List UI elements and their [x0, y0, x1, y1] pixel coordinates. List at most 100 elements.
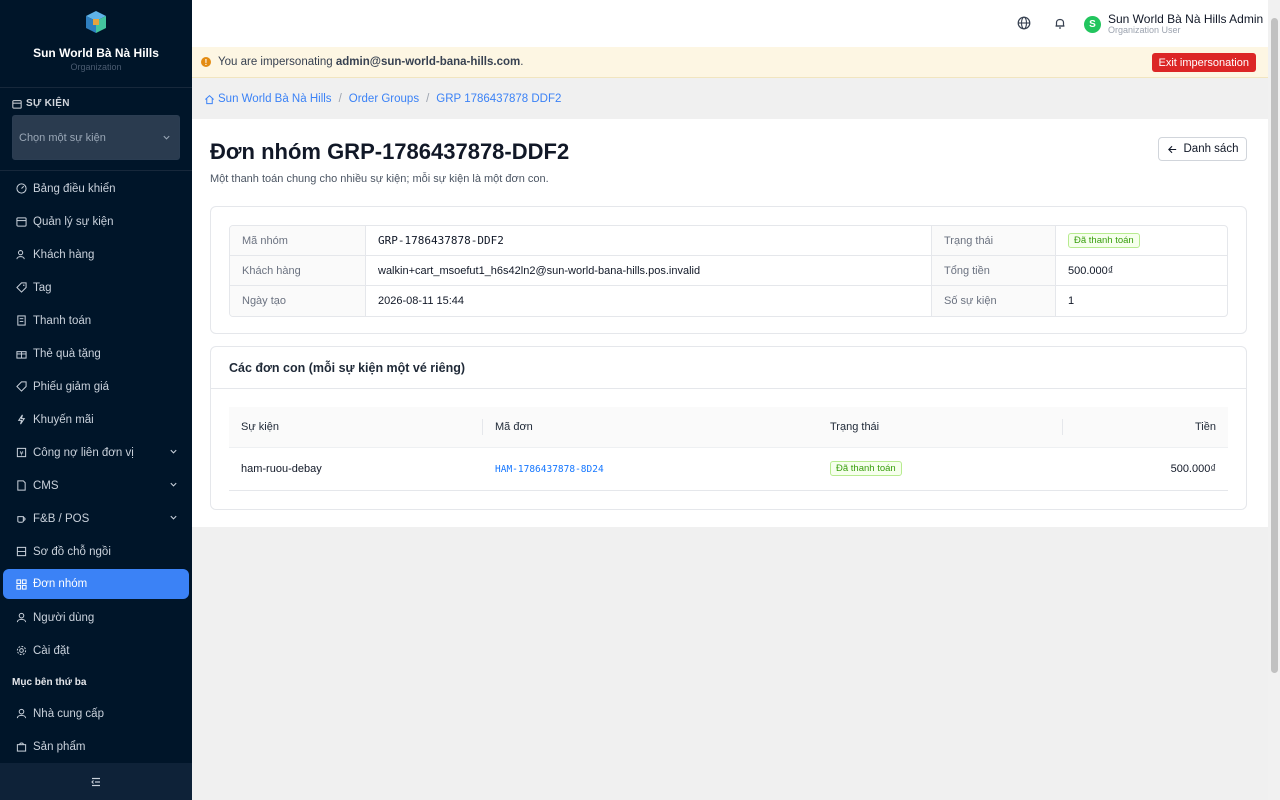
ledger-icon: ¥ [16, 447, 27, 458]
info-row: Khách hàng walkin+cart_msoefut1_h6s42ln2… [230, 256, 1227, 286]
sidebar-item-label: Người dùng [33, 611, 95, 624]
column-header-label: Tiền [1195, 420, 1216, 433]
breadcrumb-home[interactable]: Sun World Bà Nà Hills [218, 93, 332, 105]
breadcrumb-separator: / [338, 93, 342, 105]
event-selector-section: SỰ KIỆN Chọn một sự kiện [0, 88, 192, 171]
column-header-status: Trạng thái [818, 407, 1063, 448]
breadcrumb-current[interactable]: GRP 1786437878 DDF2 [436, 93, 561, 105]
sidebar-item-order-groups[interactable]: Đơn nhóm [3, 569, 189, 599]
tag-icon [16, 282, 27, 293]
child-orders-table: Sự kiện Mã đơn Trạng thái Tiền ham-ruou-… [229, 407, 1228, 491]
banner-suffix: . [520, 56, 524, 68]
child-orders-card: Các đơn con (mỗi sự kiện một vé riêng) S… [210, 346, 1247, 510]
sidebar: Sun World Bà Nà Hills Organization SỰ KI… [0, 0, 192, 800]
user-name[interactable]: Sun World Bà Nà Hills Admin [1108, 12, 1263, 26]
sidebar-item-seat-map[interactable]: Sơ đồ chỗ ngồi [0, 535, 192, 568]
event-select[interactable]: Chọn một sự kiện [12, 115, 180, 160]
exit-impersonation-button[interactable]: Exit impersonation [1151, 53, 1256, 72]
back-to-list-button[interactable]: Danh sách [1158, 137, 1247, 161]
sidebar-item-cms[interactable]: CMS [0, 469, 192, 502]
user-role: Organization User [1108, 25, 1181, 35]
sidebar-item-promotions[interactable]: Khuyến mãi [0, 403, 192, 436]
brand-logo-icon [86, 11, 106, 33]
svg-text:¥: ¥ [19, 449, 23, 457]
sidebar-item-label: Thẻ quà tặng [33, 347, 101, 360]
event-count-label: Số sự kiện [932, 286, 1056, 316]
home-icon [205, 94, 214, 104]
main-content: Đơn nhóm GRP-1786437878-DDF2 Một thanh t… [192, 119, 1268, 527]
sidebar-nav: Bảng điều khiển Quản lý sự kiện Khách hà… [0, 172, 192, 763]
sidebar-item-coupons[interactable]: Phiếu giảm giá [0, 370, 192, 403]
group-info-card: Mã nhóm GRP-1786437878-DDF2 Trạng thái Đ… [210, 206, 1247, 334]
page-subtitle: Một thanh toán chung cho nhiều sự kiện; … [210, 173, 549, 185]
sidebar-item-gift-cards[interactable]: Thẻ quà tặng [0, 337, 192, 370]
table-row: ham-ruou-debay HAM-1786437878-8D24 Đã th… [229, 447, 1228, 491]
page-title: Đơn nhóm GRP-1786437878-DDF2 [210, 139, 570, 164]
created-value: 2026-08-11 15:44 [366, 286, 932, 316]
warning-icon: ! [201, 57, 211, 67]
globe-icon[interactable] [1017, 16, 1031, 30]
chevron-down-icon [170, 515, 177, 520]
banner-prefix: You are impersonating [218, 56, 333, 68]
sidebar-item-label: Sản phẩm [33, 740, 86, 753]
brand: Sun World Bà Nà Hills Organization [0, 0, 192, 88]
sidebar-item-dashboard[interactable]: Bảng điều khiển [0, 172, 192, 205]
sidebar-item-settings[interactable]: Cài đặt [0, 634, 192, 667]
sidebar-item-label: Đơn nhóm [33, 578, 88, 590]
page-scrollbar[interactable] [1268, 0, 1280, 800]
gift-icon [16, 348, 27, 359]
avatar[interactable]: S [1084, 16, 1101, 33]
sidebar-item-label: F&B / POS [33, 512, 90, 525]
bag-icon [16, 741, 27, 752]
sidebar-item-label: Khách hàng [33, 248, 95, 261]
sidebar-item-payments[interactable]: Thanh toán [0, 304, 192, 337]
sidebar-item-label: CMS [33, 479, 59, 492]
sidebar-item-label: Cài đặt [33, 644, 70, 657]
sidebar-item-label: Quản lý sự kiện [33, 215, 114, 228]
sidebar-item-users[interactable]: Người dùng [0, 601, 192, 634]
sidebar-item-tag[interactable]: Tag [0, 271, 192, 304]
status-label: Trạng thái [932, 226, 1056, 256]
sidebar-item-fnb-pos[interactable]: F&B / POS [0, 502, 192, 535]
breadcrumb-separator: / [426, 93, 430, 105]
gear-icon [16, 645, 27, 656]
customer-label: Khách hàng [230, 256, 366, 286]
coffee-icon [16, 513, 27, 524]
impersonation-banner: ! You are impersonating admin@sun-world-… [192, 47, 1268, 78]
sidebar-item-products[interactable]: Sản phẩm [0, 730, 192, 763]
sidebar-item-label: Nhà cung cấp [33, 707, 104, 720]
scrollbar-thumb[interactable] [1271, 18, 1278, 673]
dashboard-icon [16, 183, 27, 194]
sidebar-item-label: Phiếu giảm giá [33, 380, 110, 393]
sidebar-item-customers[interactable]: Khách hàng [0, 238, 192, 271]
event-section-label: SỰ KIỆN [26, 98, 70, 109]
table-header-row: Sự kiện Mã đơn Trạng thái Tiền [229, 407, 1228, 448]
sidebar-item-events[interactable]: Quản lý sự kiện [0, 205, 192, 238]
sidebar-item-label: Sơ đồ chỗ ngồi [33, 545, 111, 558]
order-code-link[interactable]: HAM-1786437878-8D24 [495, 464, 604, 475]
row-event: ham-ruou-debay [229, 447, 483, 491]
chevron-down-icon [170, 482, 177, 487]
users-icon [16, 249, 27, 260]
breadcrumb: Sun World Bà Nà Hills / Order Groups / G… [192, 79, 1268, 119]
top-header: S Sun World Bà Nà Hills Admin Organizati… [192, 0, 1268, 47]
user-icon [16, 612, 27, 623]
breadcrumb-order-groups[interactable]: Order Groups [349, 93, 419, 105]
column-header-event: Sự kiện [229, 407, 483, 448]
row-amount: 500.000₫ [1063, 447, 1228, 491]
sidebar-collapse-button[interactable] [0, 763, 192, 800]
receipt-icon [16, 315, 27, 326]
sidebar-item-label: Tag [33, 281, 52, 294]
sidebar-item-suppliers[interactable]: Nhà cung cấp [0, 697, 192, 730]
brand-subtitle: Organization [70, 62, 122, 72]
bell-icon[interactable] [1053, 16, 1067, 30]
sidebar-group-third-party: Mục bên thứ ba [12, 676, 87, 688]
status-badge: Đã thanh toán [830, 461, 902, 476]
child-orders-title: Các đơn con (mỗi sự kiện một vé riêng) [229, 361, 466, 375]
sidebar-item-label: Khuyến mãi [33, 413, 94, 426]
sidebar-item-interunit-debt[interactable]: ¥ Công nợ liên đơn vị [0, 436, 192, 469]
status-badge: Đã thanh toán [1068, 233, 1140, 248]
arrow-left-icon [1167, 145, 1176, 153]
group-info-table: Mã nhóm GRP-1786437878-DDF2 Trạng thái Đ… [229, 225, 1228, 317]
chevron-down-icon [163, 135, 170, 140]
